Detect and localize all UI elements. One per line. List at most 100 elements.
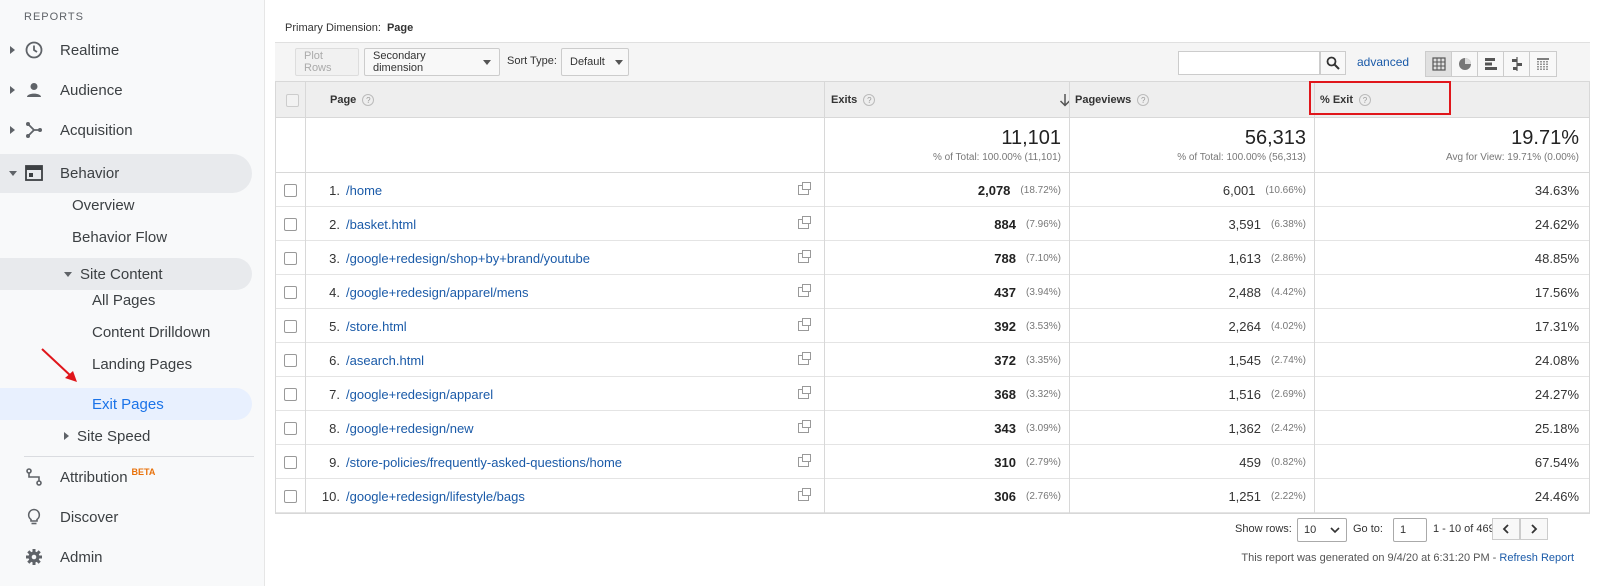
pageviews-value: 2,264: [1228, 318, 1261, 334]
nav-acquisition[interactable]: Acquisition: [0, 111, 252, 149]
sort-type-dropdown[interactable]: Default: [561, 48, 629, 76]
row-checkbox[interactable]: [284, 319, 297, 333]
page-link[interactable]: /google+redesign/new: [346, 411, 474, 445]
exits-value: 788: [994, 250, 1016, 266]
next-page-button[interactable]: [1520, 518, 1548, 540]
row-checkbox[interactable]: [284, 421, 297, 435]
advanced-filter-link[interactable]: advanced: [1357, 55, 1409, 69]
open-external-link-button[interactable]: [798, 343, 811, 377]
exits-value: 310: [994, 454, 1016, 470]
external-link-icon: [798, 352, 811, 365]
open-external-link-button[interactable]: [798, 377, 811, 411]
performance-view-button[interactable]: [1478, 52, 1504, 76]
table-view-button[interactable]: [1426, 52, 1452, 76]
nav-attribution[interactable]: Attribution BETA: [0, 458, 252, 496]
help-icon[interactable]: ?: [1137, 94, 1150, 106]
row-checkbox[interactable]: [284, 387, 297, 401]
page-link[interactable]: /google+redesign/apparel: [346, 377, 493, 411]
row-checkbox[interactable]: [284, 489, 297, 503]
pageviews-percent: (2.42%): [1270, 422, 1306, 434]
table-row: 9. /store-policies/frequently-asked-quest…: [276, 445, 1589, 479]
open-external-link-button[interactable]: [798, 207, 811, 241]
open-external-link-button[interactable]: [798, 275, 811, 309]
primary-dimension-value[interactable]: Page: [387, 22, 413, 34]
chevron-left-icon: [1502, 524, 1509, 534]
nav-discover[interactable]: Discover: [0, 498, 252, 536]
pie-chart-icon: [1458, 58, 1471, 70]
nav-exit-pages[interactable]: Exit Pages: [92, 388, 164, 420]
pageviews-value: 1,516: [1228, 386, 1261, 402]
page-link[interactable]: /store-policies/frequently-asked-questio…: [346, 445, 622, 479]
exits-value: 368: [994, 386, 1016, 402]
page-link[interactable]: /google+redesign/apparel/mens: [346, 275, 529, 309]
nav-admin[interactable]: Admin: [0, 538, 252, 576]
pivot-view-button[interactable]: [1530, 52, 1556, 76]
open-external-link-button[interactable]: [798, 479, 811, 513]
table-search-input[interactable]: [1178, 51, 1320, 75]
pageviews-header-label: Pageviews: [1075, 94, 1132, 106]
open-external-link-button[interactable]: [798, 411, 811, 445]
pageviews-percent: (4.42%): [1270, 286, 1306, 298]
open-external-link-button[interactable]: [798, 173, 811, 207]
nav-behavior-label: Behavior: [60, 164, 120, 182]
nav-content-drilldown[interactable]: Content Drilldown: [92, 316, 210, 348]
exits-cell: 372 (3.35%): [825, 343, 1061, 377]
comparison-view-button[interactable]: [1504, 52, 1530, 76]
row-checkbox[interactable]: [284, 217, 297, 231]
nav-landing-pages[interactable]: Landing Pages: [92, 348, 192, 380]
nav-behavior[interactable]: Behavior: [0, 154, 252, 192]
open-external-link-button[interactable]: [798, 241, 811, 275]
row-checkbox[interactable]: [284, 183, 297, 197]
row-checkbox[interactable]: [284, 251, 297, 265]
nav-attribution-label: Attribution: [60, 468, 128, 486]
select-all-checkbox[interactable]: [286, 93, 299, 107]
pageviews-value: 459: [1239, 454, 1261, 470]
nav-behavior-flow[interactable]: Behavior Flow: [72, 221, 167, 253]
nav-all-pages[interactable]: All Pages: [92, 284, 155, 316]
goto-page-input[interactable]: 1: [1393, 518, 1427, 542]
exits-column-header[interactable]: Exits?: [831, 82, 1071, 118]
sort-type-value: Default: [570, 56, 605, 68]
exit-rate-value: 17.31%: [1534, 318, 1579, 334]
page-link[interactable]: /google+redesign/lifestyle/bags: [346, 479, 525, 513]
row-checkbox-cell: [284, 241, 297, 275]
nav-realtime[interactable]: Realtime: [0, 31, 252, 69]
pageviews-percent: (10.66%): [1265, 184, 1306, 196]
exits-total-sub: % of Total: 100.00% (11,101): [932, 152, 1061, 163]
exits-cell: 788 (7.10%): [825, 241, 1061, 275]
help-icon[interactable]: ?: [362, 94, 375, 106]
exit-rate-value: 34.63%: [1534, 182, 1579, 198]
open-external-link-button[interactable]: [798, 309, 811, 343]
nav-audience[interactable]: Audience: [0, 71, 252, 109]
exit-rate-value: 24.62%: [1534, 216, 1579, 232]
page-link[interactable]: /asearch.html: [346, 343, 424, 377]
primary-dimension: Primary Dimension: Page: [285, 22, 413, 34]
page-link[interactable]: /home: [346, 173, 382, 207]
show-rows-select[interactable]: 10: [1297, 518, 1347, 542]
plot-rows-button[interactable]: Plot Rows: [295, 48, 359, 76]
pivot-icon: [1537, 58, 1549, 70]
nav-site-speed[interactable]: Site Speed: [64, 420, 150, 452]
secondary-dimension-dropdown[interactable]: Secondary dimension: [364, 48, 500, 76]
pageviews-column-header[interactable]: Pageviews?: [1075, 82, 1150, 118]
exits-cell: 437 (3.94%): [825, 275, 1061, 309]
secondary-dimension-label: Secondary dimension: [373, 50, 426, 74]
row-checkbox[interactable]: [284, 455, 297, 469]
goto-label: Go to:: [1353, 523, 1383, 535]
page-link[interactable]: /google+redesign/shop+by+brand/youtube: [346, 241, 590, 275]
row-checkbox-cell: [284, 343, 297, 377]
page-link[interactable]: /store.html: [346, 309, 407, 343]
pie-view-button[interactable]: [1452, 52, 1478, 76]
search-button[interactable]: [1320, 51, 1346, 75]
exits-cell: 368 (3.32%): [825, 377, 1061, 411]
page-column-header[interactable]: Page?: [330, 82, 375, 118]
table-row: 7. /google+redesign/apparel 368 (3.32%) 1,51…: [276, 377, 1589, 411]
open-external-link-button[interactable]: [798, 445, 811, 479]
page-link[interactable]: /basket.html: [346, 207, 416, 241]
previous-page-button[interactable]: [1492, 518, 1520, 540]
refresh-report-link[interactable]: Refresh Report: [1499, 552, 1574, 564]
help-icon[interactable]: ?: [863, 94, 876, 106]
nav-overview[interactable]: Overview: [72, 189, 135, 221]
row-checkbox[interactable]: [284, 353, 297, 367]
row-checkbox[interactable]: [284, 285, 297, 299]
